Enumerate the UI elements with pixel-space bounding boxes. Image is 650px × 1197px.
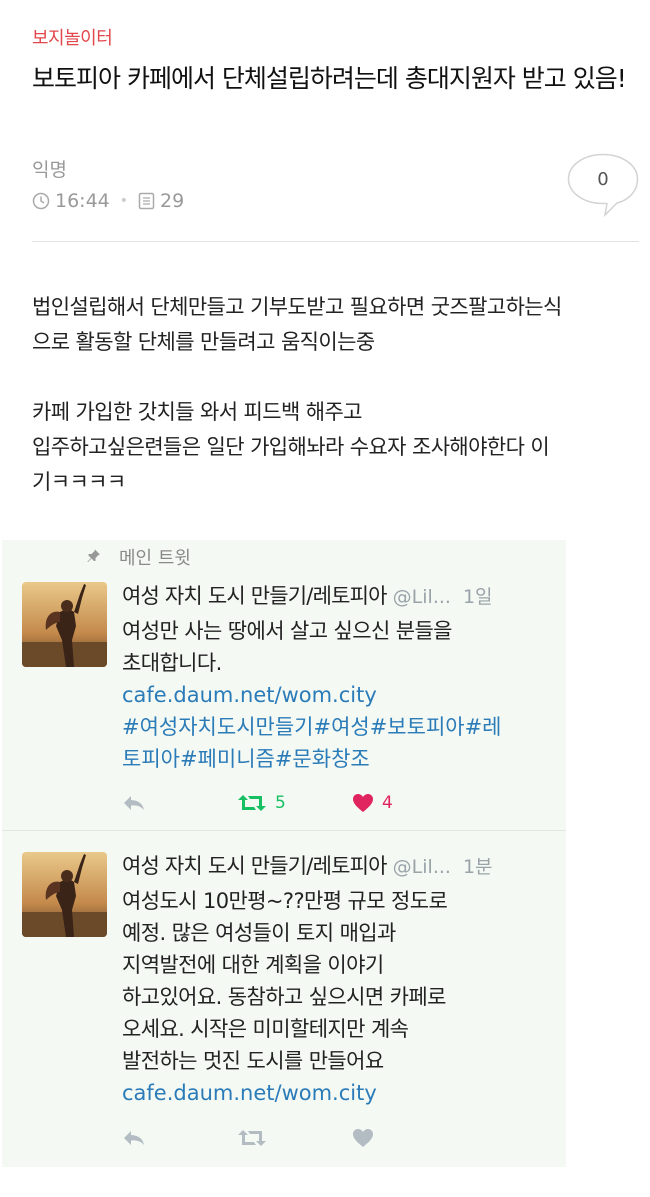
body-line: 카페 가입한 갓치들 와서 피드백 해주고 <box>32 400 363 424</box>
pinned-label: 메인 트윗 <box>119 548 191 569</box>
header-divider <box>32 241 639 242</box>
tweet-hashtags[interactable]: #여성자치도시만들기#여성#보토피아#레 <box>122 711 552 743</box>
document-icon <box>138 192 155 210</box>
retweet-count: 5 <box>275 793 286 813</box>
tweet-line: 지역발전에 대한 계획을 이야기 <box>122 953 384 977</box>
tweet-time[interactable]: 1일 <box>463 582 493 609</box>
tweet-link[interactable]: cafe.daum.net/wom.city <box>122 679 552 711</box>
tweet-author-handle[interactable]: @Lil... <box>393 586 451 608</box>
pinned-header: 메인 트윗 <box>87 544 191 570</box>
retweet-icon <box>238 795 266 811</box>
clock-icon <box>32 192 50 210</box>
tweet-line: 발전하는 멋진 도시를 만들어요 <box>122 1049 384 1073</box>
post-time: 16:44 <box>55 190 110 212</box>
post-meta: 16:44 • 29 <box>32 189 184 213</box>
category-label[interactable]: 보지놀이터 <box>32 24 113 50</box>
heart-icon <box>353 1129 373 1147</box>
body-line: 입주하고싶은련들은 일단 가입해놔라 수요자 조사해야한다 이 <box>32 435 550 459</box>
author-name: 익명 <box>32 159 67 181</box>
view-count: 29 <box>160 190 185 212</box>
tweet-header: 여성 자치 도시 만들기/레토피아 @Lil... 1분 <box>122 850 552 880</box>
pin-icon <box>87 547 101 568</box>
tweet-author-name[interactable]: 여성 자치 도시 만들기/레토피아 <box>122 850 387 880</box>
post-body: 법인설립해서 단체만들고 기부도받고 필요하면 굿즈팔고하는식 으로 활동할 단… <box>32 290 644 500</box>
like-button[interactable]: 4 <box>352 790 393 816</box>
post-title: 보토피아 카페에서 단체설립하려는데 총대지원자 받고 있음! <box>32 64 627 93</box>
tweet-header: 여성 자치 도시 만들기/레토피아 @Lil... 1일 <box>122 580 552 610</box>
body-line: 기ㅋㅋㅋㅋ <box>32 470 126 494</box>
retweet-button[interactable] <box>237 1125 267 1151</box>
comment-count-button[interactable]: 0 <box>567 153 639 217</box>
like-button[interactable] <box>352 1125 374 1151</box>
tweet-author-name[interactable]: 여성 자치 도시 만들기/레토피아 <box>122 580 387 610</box>
tweet-text: 여성만 사는 땅에서 살고 싶으신 분들을 초대합니다. cafe.daum.n… <box>122 615 552 775</box>
tweet-line: 여성도시 10만평~??만평 규모 정도로 <box>122 889 448 913</box>
tweet-hashtags[interactable]: 토피아#페미니즘#문화창조 <box>122 743 552 775</box>
body-line: 법인설립해서 단체만들고 기부도받고 필요하면 굿즈팔고하는식 <box>32 295 562 319</box>
tweet-line: 오세요. 시작은 미미할테지만 계속 <box>122 1017 409 1041</box>
tweet-line: 예정. 많은 여성들이 토지 매입과 <box>122 921 396 945</box>
reply-button[interactable] <box>122 1125 146 1151</box>
heart-icon <box>353 794 373 812</box>
tweet-line: 초대합니다. <box>122 651 222 675</box>
comment-count: 0 <box>597 169 609 190</box>
reply-icon <box>124 1131 144 1145</box>
tweet-divider <box>2 830 566 831</box>
avatar[interactable] <box>22 852 107 937</box>
tweet-text: 여성도시 10만평~??만평 규모 정도로 예정. 많은 여성들이 토지 매입과… <box>122 885 552 1109</box>
tweet-link[interactable]: cafe.daum.net/wom.city <box>122 1077 552 1109</box>
embedded-tweets: 메인 트윗 여성 자치 도시 만들기/레토피아 @Lil... 1일 여성만 사… <box>2 540 566 1167</box>
tweet-line: 여성만 사는 땅에서 살고 싶으신 분들을 <box>122 619 453 643</box>
like-count: 4 <box>382 793 393 813</box>
reply-button[interactable] <box>122 790 146 816</box>
body-line: 으로 활동할 단체를 만들려고 움직이는중 <box>32 330 375 354</box>
avatar[interactable] <box>22 582 107 667</box>
body-line <box>32 360 644 395</box>
tweet-author-handle[interactable]: @Lil... <box>393 856 451 878</box>
meta-separator: • <box>119 193 129 209</box>
retweet-icon <box>238 1130 266 1146</box>
tweet-time[interactable]: 1분 <box>463 852 493 879</box>
tweet-line: 하고있어요. 동참하고 싶으시면 카페로 <box>122 985 446 1009</box>
retweet-button[interactable]: 5 <box>237 790 286 816</box>
reply-icon <box>124 796 144 810</box>
